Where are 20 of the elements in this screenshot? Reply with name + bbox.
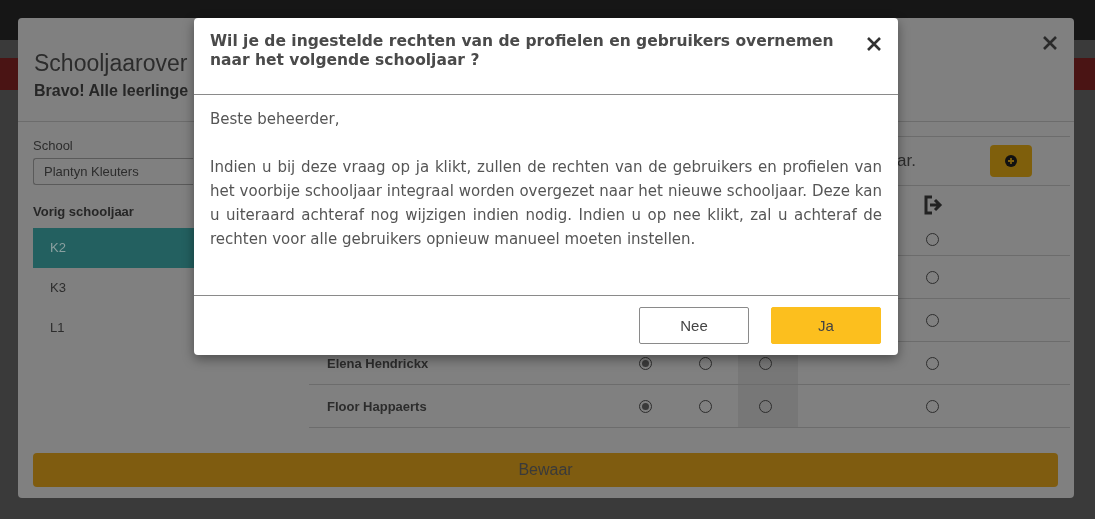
school-select[interactable]: Plantyn Kleuters xyxy=(33,158,193,185)
message-text: Indien u bij deze vraag op ja klikt, zullen de rechten van de gebruikers en profielen van het voorbije schooljaar integraal worden overgezet naar het nieuwe schooljaar. Deze kan u uiteraard achteraf nog wijzigen indien nodig. Indien u op nee klikt, zal u achteraf de rechten voor alle gebruikers opnieuw manueel moeten instellen. xyxy=(210,157,882,250)
list-heading: Vorig schooljaar xyxy=(33,204,135,219)
confirm-button[interactable]: Ja xyxy=(771,307,881,344)
dialog-title: Wil je de ingestelde rechten van de profielen en gebruikers overnemen naar het volgende schooljaar ? xyxy=(210,32,835,70)
user-name: Elena Hendrickx xyxy=(326,355,430,371)
modal-title: Schooljaarover xyxy=(34,49,188,78)
banner-strip xyxy=(0,58,20,90)
exit-icon xyxy=(923,195,945,215)
user-name: Floor Happaerts xyxy=(326,398,428,414)
field-label: School xyxy=(33,138,74,153)
cancel-button[interactable]: Nee xyxy=(639,307,749,344)
modal-subtitle: Bravo! Alle leerlinge xyxy=(34,82,190,100)
save-button[interactable]: Bewaar xyxy=(33,453,1058,487)
plus-icon xyxy=(1005,155,1017,167)
add-button[interactable] xyxy=(990,145,1032,177)
close-icon[interactable] xyxy=(866,36,882,52)
greeting-text: Beste beheerder, xyxy=(210,109,341,130)
banner-strip xyxy=(1073,58,1095,90)
note-text: ar. xyxy=(897,151,916,171)
